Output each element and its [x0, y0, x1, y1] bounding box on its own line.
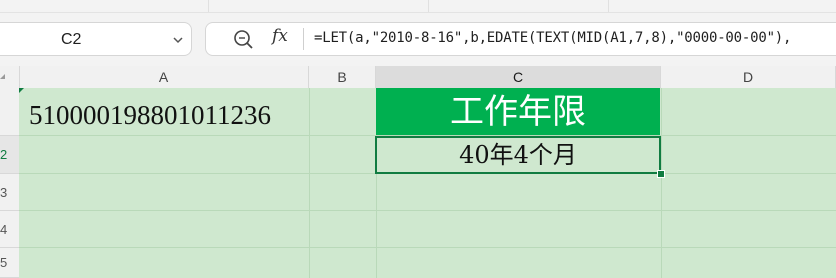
name-box-value: C2: [61, 31, 82, 48]
cell-a1[interactable]: 510000198801011236: [29, 100, 271, 131]
fill-handle[interactable]: [657, 170, 665, 178]
cell-grid[interactable]: 510000198801011236 工作年限 40年4个月: [19, 88, 836, 278]
chevron-down-icon[interactable]: [172, 35, 184, 45]
formula-row: C2 fx =LET(a,"2010-8-16",b,EDATE(TEXT(MI…: [0, 18, 836, 60]
row-header-5[interactable]: 5: [0, 248, 19, 278]
cell-a1-indicator: [19, 88, 24, 93]
cell-c1[interactable]: 工作年限: [376, 88, 660, 135]
name-box[interactable]: C2: [0, 22, 192, 56]
formula-text[interactable]: =LET(a,"2010-8-16",b,EDATE(TEXT(MID(A1,7…: [314, 30, 791, 46]
zoom-formula-icon[interactable]: [232, 28, 254, 50]
row-header-4[interactable]: 4: [0, 211, 19, 248]
ribbon-bottom-strip: [0, 0, 836, 13]
cell-c2-selected[interactable]: 40年4个月: [375, 136, 661, 174]
insert-function-icon[interactable]: fx: [272, 26, 288, 46]
column-header-b[interactable]: B: [309, 66, 376, 88]
column-header-a[interactable]: A: [19, 66, 309, 88]
row-headers: 2 3 4 5: [0, 88, 20, 278]
column-headers: A B C D: [0, 66, 836, 89]
row-header-2[interactable]: 2: [0, 136, 19, 174]
formula-divider: [303, 28, 304, 50]
column-header-d[interactable]: D: [661, 66, 836, 88]
row-header-3[interactable]: 3: [0, 174, 19, 211]
row-header-1[interactable]: [0, 88, 19, 136]
select-all-corner[interactable]: [0, 66, 20, 88]
column-header-c[interactable]: C: [376, 66, 661, 88]
